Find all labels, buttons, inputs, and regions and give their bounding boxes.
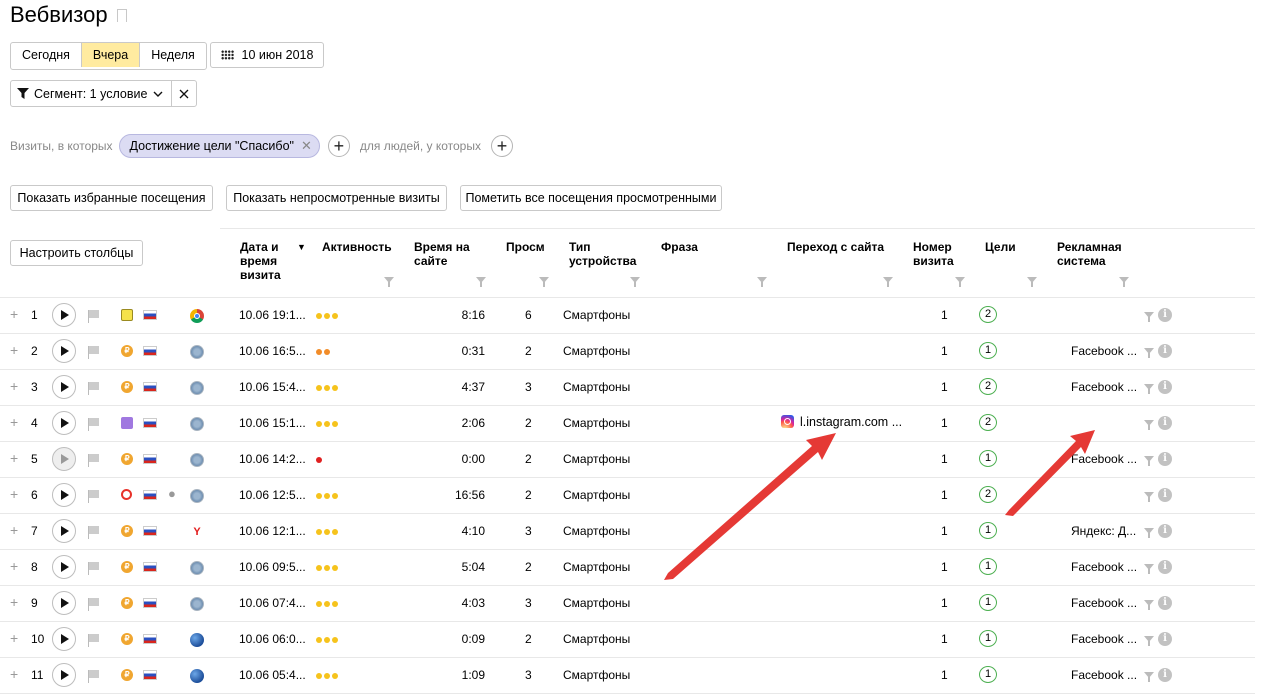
arrow-to-ad-system bbox=[1005, 430, 1095, 516]
annotation-arrows bbox=[664, 430, 1095, 580]
arrow-to-referrer bbox=[664, 433, 836, 580]
